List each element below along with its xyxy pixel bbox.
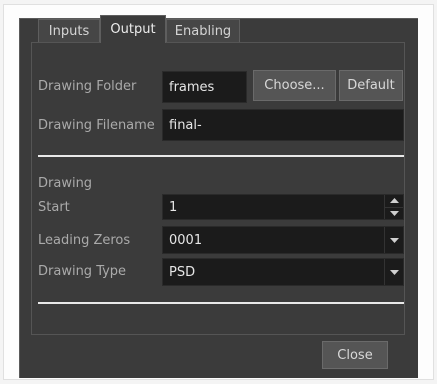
drawing-type-select[interactable]: PSD	[162, 258, 404, 286]
drawing-type-label: Drawing Type	[38, 264, 127, 279]
default-button[interactable]: Default	[339, 70, 403, 101]
spin-down-icon[interactable]	[385, 208, 403, 220]
drawing-filename-label: Drawing Filename	[38, 118, 155, 133]
drawing-section-label: Drawing	[38, 176, 93, 191]
spin-up-icon[interactable]	[385, 195, 403, 208]
drawing-filename-field[interactable]: final-	[162, 109, 404, 141]
leading-zeros-label: Leading Zeros	[38, 233, 131, 248]
tab-inputs[interactable]: Inputs	[38, 19, 100, 42]
separator-top	[38, 155, 404, 157]
drawing-folder-field[interactable]: frames	[162, 71, 247, 103]
drawing-folder-label: Drawing Folder	[38, 79, 137, 94]
start-spinner[interactable]	[384, 195, 403, 219]
start-value: 1	[169, 199, 178, 215]
drawing-type-value: PSD	[169, 264, 196, 280]
chevron-down-icon[interactable]	[384, 227, 403, 253]
leading-zeros-select[interactable]: 0001	[162, 226, 404, 254]
start-label: Start	[38, 200, 70, 215]
chevron-down-icon[interactable]	[384, 259, 403, 285]
tab-enabling[interactable]: Enabling	[166, 19, 240, 42]
separator-bottom	[38, 302, 404, 304]
start-stepper[interactable]: 1	[162, 194, 404, 220]
close-button[interactable]: Close	[322, 341, 388, 369]
leading-zeros-value: 0001	[169, 232, 203, 248]
choose-button[interactable]: Choose...	[253, 70, 336, 101]
tab-output[interactable]: Output	[100, 15, 166, 43]
